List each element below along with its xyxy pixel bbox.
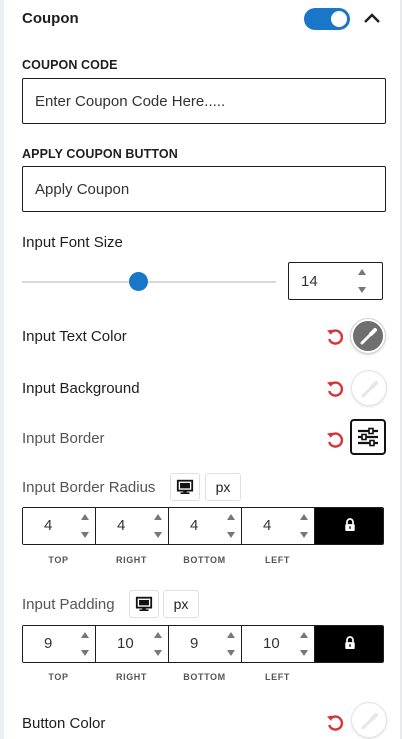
responsive-device-button[interactable]	[170, 473, 200, 501]
lock-icon	[345, 636, 355, 649]
padding-inputs: 9 10 9 10	[22, 625, 384, 663]
reset-icon[interactable]	[325, 713, 345, 733]
font-size-value: 14	[301, 273, 318, 290]
coupon-code-input[interactable]: Enter Coupon Code Here.....	[22, 78, 386, 124]
side-label-left: LEFT	[265, 555, 290, 565]
increment-icon[interactable]	[358, 269, 366, 275]
padding-bottom-value: 9	[190, 635, 199, 652]
text-color-label: Input Text Color	[22, 328, 127, 345]
increment-icon[interactable]	[300, 632, 308, 638]
eyedropper-icon	[361, 713, 378, 730]
spinner[interactable]	[152, 632, 164, 656]
padding-left-input[interactable]: 10	[242, 626, 315, 662]
side-label-left: LEFT	[265, 672, 290, 682]
decrement-icon[interactable]	[154, 650, 162, 656]
border-radius-left-input[interactable]: 4	[242, 508, 315, 544]
coupon-code-label: COUPON CODE	[22, 58, 118, 72]
decrement-icon[interactable]	[300, 532, 308, 538]
border-radius-inputs: 4 4 4 4	[22, 507, 384, 545]
reset-icon[interactable]	[325, 430, 345, 450]
responsive-device-button[interactable]	[129, 590, 159, 618]
border-radius-unit-button[interactable]: px	[205, 473, 241, 501]
font-size-slider-thumb[interactable]	[129, 272, 149, 291]
padding-left-value: 10	[263, 635, 280, 652]
border-radius-top-input[interactable]: 4	[23, 508, 96, 544]
decrement-icon[interactable]	[81, 650, 89, 656]
coupon-code-value: Enter Coupon Code Here.....	[35, 92, 226, 110]
side-label-bottom: BOTTOM	[183, 672, 226, 682]
border-radius-left-value: 4	[263, 517, 272, 534]
spinner[interactable]	[225, 514, 237, 538]
reset-icon[interactable]	[325, 327, 345, 347]
text-color-swatch[interactable]	[351, 319, 385, 353]
font-size-spinner[interactable]	[356, 269, 368, 293]
desktop-icon	[176, 479, 194, 495]
apply-button-value: Apply Coupon	[35, 180, 130, 198]
border-radius-side-labels: TOP RIGHT BOTTOM LEFT	[22, 555, 314, 565]
increment-icon[interactable]	[227, 514, 235, 520]
toggle-knob	[331, 11, 347, 27]
decrement-icon[interactable]	[154, 532, 162, 538]
side-label-top: TOP	[48, 672, 69, 682]
button-color-label: Button Color	[22, 715, 106, 732]
lock-icon	[345, 518, 355, 531]
increment-icon[interactable]	[81, 632, 89, 638]
border-radius-bottom-input[interactable]: 4	[169, 508, 242, 544]
desktop-icon	[135, 596, 153, 612]
side-label-bottom: BOTTOM	[183, 555, 226, 565]
decrement-icon[interactable]	[300, 650, 308, 656]
spinner[interactable]	[152, 514, 164, 538]
decrement-icon[interactable]	[227, 532, 235, 538]
spinner[interactable]	[298, 514, 310, 538]
padding-bottom-input[interactable]: 9	[169, 626, 242, 662]
eyedropper-icon	[360, 328, 377, 345]
border-radius-right-input[interactable]: 4	[96, 508, 169, 544]
increment-icon[interactable]	[227, 632, 235, 638]
border-radius-right-value: 4	[117, 517, 126, 534]
decrement-icon[interactable]	[358, 287, 366, 293]
font-size-slider-track[interactable]	[22, 281, 276, 283]
spinner[interactable]	[225, 632, 237, 656]
border-radius-bottom-value: 4	[190, 517, 199, 534]
apply-button-label: APPLY COUPON BUTTON	[22, 147, 178, 161]
padding-label: Input Padding	[22, 596, 115, 613]
increment-icon[interactable]	[154, 514, 162, 520]
apply-button-text-input[interactable]: Apply Coupon	[22, 166, 386, 212]
padding-right-input[interactable]: 10	[96, 626, 169, 662]
spinner[interactable]	[298, 632, 310, 656]
spinner[interactable]	[79, 632, 91, 656]
panel-left-border	[0, 0, 4, 739]
spinner[interactable]	[79, 514, 91, 538]
font-size-label: Input Font Size	[22, 234, 123, 251]
border-radius-top-value: 4	[44, 517, 53, 534]
font-size-number-input[interactable]: 14	[288, 262, 383, 300]
border-settings-button[interactable]	[350, 419, 386, 455]
increment-icon[interactable]	[81, 514, 89, 520]
increment-icon[interactable]	[300, 514, 308, 520]
padding-right-value: 10	[117, 635, 134, 652]
decrement-icon[interactable]	[81, 532, 89, 538]
border-radius-label: Input Border Radius	[22, 479, 156, 496]
border-radius-link-button[interactable]	[315, 508, 383, 544]
background-color-swatch[interactable]	[352, 371, 386, 405]
increment-icon[interactable]	[154, 632, 162, 638]
section-title: Coupon	[22, 10, 79, 27]
coupon-toggle[interactable]	[304, 8, 350, 30]
eyedropper-icon	[361, 381, 378, 398]
side-label-right: RIGHT	[116, 555, 147, 565]
border-label: Input Border	[22, 430, 105, 447]
button-color-swatch[interactable]	[352, 703, 386, 737]
padding-unit-button[interactable]: px	[163, 590, 199, 618]
chevron-up-icon[interactable]	[360, 6, 384, 30]
side-label-right: RIGHT	[116, 672, 147, 682]
decrement-icon[interactable]	[227, 650, 235, 656]
padding-side-labels: TOP RIGHT BOTTOM LEFT	[22, 672, 314, 682]
padding-link-button[interactable]	[315, 626, 383, 662]
background-label: Input Background	[22, 380, 140, 397]
reset-icon[interactable]	[325, 379, 345, 399]
sliders-icon	[358, 427, 378, 447]
padding-top-value: 9	[44, 635, 53, 652]
padding-top-input[interactable]: 9	[23, 626, 96, 662]
side-label-top: TOP	[48, 555, 69, 565]
